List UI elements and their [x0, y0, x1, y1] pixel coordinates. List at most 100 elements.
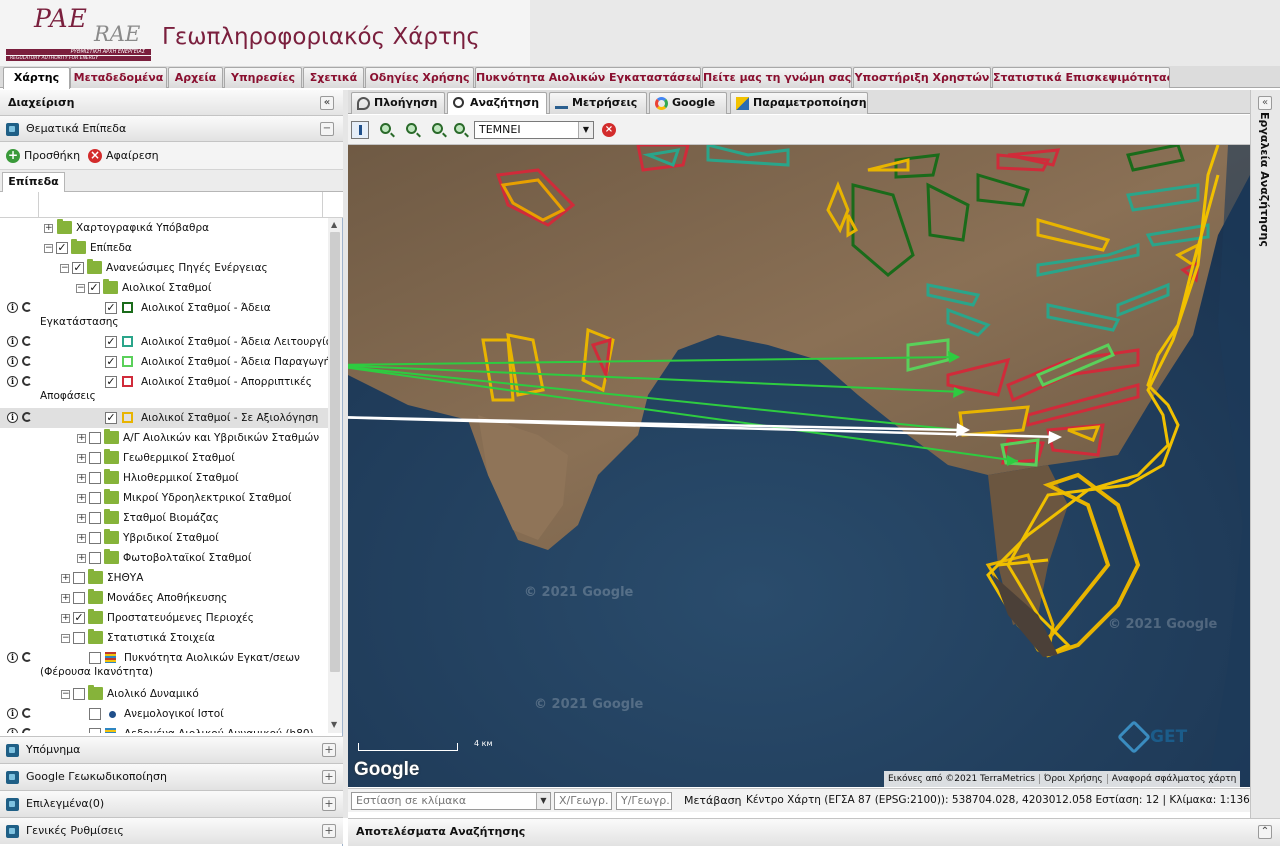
- scroll-down-icon[interactable]: ▼: [331, 720, 337, 729]
- search-polygon-icon[interactable]: [452, 121, 470, 139]
- refresh-icon[interactable]: [22, 302, 32, 312]
- collapse-icon[interactable]: −: [61, 690, 70, 699]
- refresh-icon[interactable]: [22, 356, 32, 366]
- tab-feedback[interactable]: Πείτε μας τη γνώμη σας: [702, 67, 852, 88]
- geocoding-panel-header[interactable]: Google Γεωκωδικοποίηση +: [0, 763, 343, 790]
- info-icon[interactable]: i: [7, 336, 18, 347]
- layer-checkbox[interactable]: [89, 472, 101, 484]
- expand-icon[interactable]: +: [77, 514, 86, 523]
- tree-row-small-hydro[interactable]: + Μικροί Υδροηλεκτρικοί Σταθμοί: [0, 488, 328, 508]
- refresh-icon[interactable]: [22, 376, 32, 386]
- tree-row-wind-potential[interactable]: − Αιολικό Δυναμικό: [0, 684, 328, 704]
- layer-checkbox[interactable]: [89, 532, 101, 544]
- search-line-icon[interactable]: [404, 121, 422, 139]
- settings-panel-header[interactable]: Γενικές Ρυθμίσεις +: [0, 817, 343, 844]
- layer-checkbox[interactable]: [89, 728, 101, 733]
- info-icon[interactable]: i: [7, 728, 18, 733]
- tree-row-photovoltaic[interactable]: + Φωτοβολταϊκοί Σταθμοί: [0, 548, 328, 568]
- x-coordinate-input[interactable]: Χ/Γεωγρ.: [554, 792, 612, 810]
- expand-icon[interactable]: +: [77, 554, 86, 563]
- collapse-icon[interactable]: −: [60, 264, 69, 273]
- rae-logo[interactable]: PAE RAE ΡΥΘΜΙΣΤΙΚΗ ΑΡΧΗ ΕΝΕΡΓΕΙΑΣ REGULA…: [6, 4, 154, 62]
- refresh-icon[interactable]: [22, 652, 32, 662]
- layer-checkbox[interactable]: ✓: [105, 376, 117, 388]
- tree-row-solar-thermal[interactable]: + Ηλιοθερμικοί Σταθμοί: [0, 468, 328, 488]
- tree-row-wind-production[interactable]: i ✓ Αιολικοί Σταθμοί - Άδεια Παραγωγής: [0, 352, 328, 372]
- expand-plus-icon[interactable]: +: [322, 797, 336, 811]
- layer-select[interactable]: ΤΕΜΝΕΙ ▼: [474, 121, 594, 139]
- expand-right-icon[interactable]: «: [1258, 96, 1272, 110]
- expand-icon[interactable]: +: [61, 614, 70, 623]
- tree-row-storage[interactable]: + Μονάδες Αποθήκευσης: [0, 588, 328, 608]
- expand-icon[interactable]: +: [44, 224, 53, 233]
- tab-files[interactable]: Αρχεία: [168, 67, 223, 88]
- expand-plus-icon[interactable]: +: [322, 743, 336, 757]
- expand-icon[interactable]: +: [77, 434, 86, 443]
- layer-checkbox[interactable]: [73, 688, 85, 700]
- tree-row-wind-rejected[interactable]: i ✓ Αιολικοί Σταθμοί - Απορριπτικές Αποφ…: [0, 372, 328, 406]
- collapse-left-icon[interactable]: «: [320, 96, 334, 110]
- tree-row-geothermal[interactable]: + Γεωθερμικοί Σταθμοί: [0, 448, 328, 468]
- info-icon[interactable]: i: [7, 356, 18, 367]
- tree-row-renewables[interactable]: − ✓ Ανανεώσιμες Πηγές Ενέργειας: [0, 258, 328, 278]
- expand-icon[interactable]: +: [77, 474, 86, 483]
- info-icon[interactable]: i: [7, 652, 18, 663]
- expand-icon[interactable]: +: [61, 594, 70, 603]
- expand-icon[interactable]: +: [77, 454, 86, 463]
- identify-tool-icon[interactable]: [351, 121, 369, 139]
- tree-row-wind-stations[interactable]: − ✓ Αιολικοί Σταθμοί: [0, 278, 328, 298]
- remove-layer-button[interactable]: × Αφαίρεση: [88, 148, 159, 164]
- refresh-icon[interactable]: [22, 708, 32, 718]
- layer-checkbox[interactable]: [73, 632, 85, 644]
- tab-layers[interactable]: Επίπεδα: [2, 172, 65, 192]
- tree-scrollbar[interactable]: ▲ ▼: [328, 218, 342, 733]
- expand-icon[interactable]: +: [61, 574, 70, 583]
- expand-plus-icon[interactable]: +: [322, 824, 336, 838]
- search-results-panel[interactable]: Αποτελέσματα Αναζήτησης ⌃: [348, 818, 1280, 846]
- tree-row-basemaps[interactable]: + Χαρτογραφικά Υπόβαθρα: [0, 218, 328, 238]
- tab-about[interactable]: Σχετικά: [303, 67, 364, 88]
- map-canvas[interactable]: © 2021 Google © 2021 Google © 2021 Googl…: [348, 145, 1250, 787]
- add-layer-button[interactable]: + Προσθήκη: [6, 148, 80, 164]
- tree-row-biomass[interactable]: + Σταθμοί Βιομάζας: [0, 508, 328, 528]
- tab-wind-density[interactable]: Πυκνότητα Αιολικών Εγκαταστάσεων: [475, 67, 701, 88]
- scroll-thumb[interactable]: [330, 232, 340, 672]
- info-icon[interactable]: i: [7, 708, 18, 719]
- tab-navigation[interactable]: Πλοήγηση: [351, 92, 445, 114]
- tree-row-met-masts[interactable]: i Ανεμολογικοί Ιστοί: [0, 704, 328, 724]
- clear-search-icon[interactable]: ×: [602, 123, 616, 137]
- info-icon[interactable]: i: [7, 376, 18, 387]
- tree-row-chp[interactable]: + ΣΗΘΥΑ: [0, 568, 328, 588]
- refresh-icon[interactable]: [22, 336, 32, 346]
- layer-checkbox[interactable]: ✓: [73, 612, 85, 624]
- search-tools-title[interactable]: Εργαλεία Αναζήτησης: [1258, 112, 1271, 247]
- info-icon[interactable]: i: [7, 412, 18, 423]
- info-icon[interactable]: i: [7, 302, 18, 313]
- layer-checkbox[interactable]: [89, 452, 101, 464]
- layer-checkbox[interactable]: [89, 552, 101, 564]
- report-error-link[interactable]: Αναφορά σφάλματος χάρτη: [1106, 774, 1241, 784]
- refresh-icon[interactable]: [22, 728, 32, 733]
- collapse-icon[interactable]: −: [76, 284, 85, 293]
- tree-row-wind-installation[interactable]: i ✓ Αιολικοί Σταθμοί - Άδεια Εγκατάσταση…: [0, 298, 328, 332]
- tree-row-wind-data[interactable]: i Δεδομένα Αιολικού Δυναμικού (h80): [0, 724, 328, 733]
- expand-icon[interactable]: +: [77, 534, 86, 543]
- tab-services[interactable]: Υπηρεσίες: [224, 67, 302, 88]
- tree-row-hybrid[interactable]: + Υβριδικοί Σταθμοί: [0, 528, 328, 548]
- search-tool-icon[interactable]: [378, 121, 396, 139]
- tab-settings[interactable]: Παραμετροποίηση: [730, 92, 868, 114]
- tree-row-turbines[interactable]: + Α/Γ Αιολικών και Υβριδικών Σταθμών: [0, 428, 328, 448]
- go-to-button[interactable]: Μετάβαση: [684, 794, 742, 807]
- expand-icon[interactable]: +: [77, 494, 86, 503]
- tab-measurements[interactable]: Μετρήσεις: [549, 92, 647, 114]
- tree-row-statistics[interactable]: − Στατιστικά Στοιχεία: [0, 628, 328, 648]
- layer-checkbox[interactable]: ✓: [105, 336, 117, 348]
- expand-plus-icon[interactable]: +: [322, 770, 336, 784]
- tab-user-support[interactable]: Υποστήριξη Χρηστών: [853, 67, 991, 88]
- layer-checkbox[interactable]: [89, 432, 101, 444]
- scroll-up-icon[interactable]: ▲: [331, 220, 337, 229]
- layer-checkbox[interactable]: [73, 572, 85, 584]
- tab-search[interactable]: Αναζήτηση: [447, 92, 547, 114]
- layer-checkbox[interactable]: [89, 492, 101, 504]
- search-area-icon[interactable]: [430, 121, 448, 139]
